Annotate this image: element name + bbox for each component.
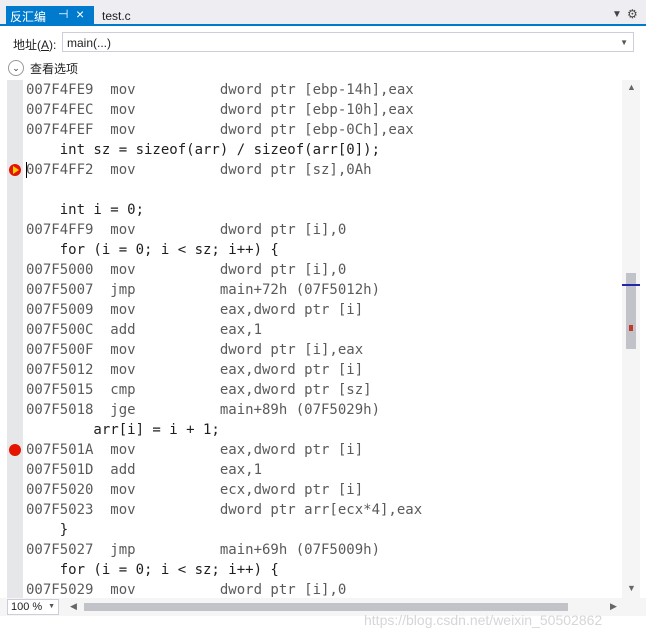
asm-line: 007F501D add eax,1 [26, 462, 263, 478]
asm-line: 007F5023 mov dword ptr arr[ecx*4],eax [26, 502, 423, 518]
tab-label: 反汇编 [10, 9, 47, 24]
chevron-down-circle-icon[interactable]: ⌄ [8, 60, 24, 76]
scroll-left-icon[interactable]: ◀ [70, 601, 77, 612]
asm-line: 007F5007 jmp main+72h (07F5012h) [26, 282, 381, 298]
asm-line: 007F5020 mov ecx,dword ptr [i] [26, 482, 364, 498]
asm-line: 007F4FF2 mov dword ptr [sz],0Ah [26, 162, 372, 178]
asm-line: 007F4FEF mov dword ptr [ebp-0Ch],eax [26, 122, 414, 138]
address-row: 地址(A): main(...) ▼ [0, 30, 646, 56]
source-line: arr[i] = i + 1; [26, 422, 220, 438]
breakpoint-icon[interactable] [9, 444, 21, 456]
gear-icon[interactable]: ⚙ [627, 7, 638, 21]
asm-line: 007F4FF9 mov dword ptr [i],0 [26, 222, 347, 238]
address-combobox[interactable]: main(...) ▼ [62, 32, 634, 52]
address-label: 地址(A): [13, 38, 57, 52]
asm-line: 007F5018 jge main+89h (07F5029h) [26, 402, 381, 418]
asm-line: 007F500F mov dword ptr [i],eax [26, 342, 364, 358]
scroll-right-icon[interactable]: ▶ [610, 601, 617, 612]
asm-line: 007F501A mov eax,dword ptr [i] [26, 442, 364, 458]
vertical-scrollbar[interactable]: ▲ ▼ [622, 80, 640, 598]
tab-disassembly[interactable]: 反汇编 ⊣ × [6, 6, 94, 26]
view-options-label: 查看选项 [30, 61, 79, 76]
asm-line: 007F5027 jmp main+69h (07F5009h) [26, 542, 381, 558]
asm-line: 007F500C add eax,1 [26, 322, 263, 338]
asm-line: 007F5029 mov dword ptr [i],0 [26, 582, 347, 598]
text-caret [26, 162, 27, 178]
breakpoint-mark [629, 325, 633, 331]
asm-line: 007F5012 mov eax,dword ptr [i] [26, 362, 364, 378]
source-line: for (i = 0; i < sz; i++) { [26, 242, 279, 258]
pin-icon[interactable]: ⊣ [58, 7, 68, 21]
source-line: int sz = sizeof(arr) / sizeof(arr[0]); [26, 142, 381, 158]
chevron-down-icon[interactable]: ▼ [620, 38, 628, 47]
disassembly-code-view[interactable]: 007F4FE9 mov dword ptr [ebp-14h],eax 007F… [23, 80, 622, 598]
scroll-up-icon[interactable]: ▲ [627, 82, 636, 92]
chevron-down-icon[interactable]: ▼ [612, 9, 622, 20]
breakpoint-gutter[interactable] [7, 80, 23, 598]
source-line: for (i = 0; i < sz; i++) { [26, 562, 279, 578]
asm-line: 007F5000 mov dword ptr [i],0 [26, 262, 347, 278]
zoom-value: 100 % [11, 601, 43, 613]
asm-line: 007F4FE9 mov dword ptr [ebp-14h],eax [26, 82, 414, 98]
scroll-down-icon[interactable]: ▼ [627, 583, 636, 593]
source-line: } [26, 522, 69, 538]
asm-line: 007F5015 cmp eax,dword ptr [sz] [26, 382, 372, 398]
zoom-combobox[interactable]: 100 % ▼ [7, 599, 59, 615]
horizontal-scrollbar-thumb[interactable] [84, 603, 568, 611]
document-tab-bar: 反汇编 ⊣ × test.c ▼ ⚙ [0, 0, 646, 26]
current-statement-icon[interactable] [9, 164, 21, 176]
view-options-toggle[interactable]: ⌄ 查看选项 [8, 58, 78, 78]
address-value: main(...) [67, 36, 112, 50]
asm-line: 007F5009 mov eax,dword ptr [i] [26, 302, 364, 318]
chevron-down-icon[interactable]: ▼ [48, 603, 55, 610]
current-position-mark [622, 284, 640, 286]
tab-label: test.c [102, 9, 131, 23]
close-icon[interactable]: × [76, 6, 84, 22]
source-line: int i = 0; [26, 202, 145, 218]
asm-line: 007F4FEC mov dword ptr [ebp-10h],eax [26, 102, 414, 118]
watermark: https://blog.csdn.net/weixin_50502862 [364, 612, 603, 628]
tab-test-c[interactable]: test.c [98, 6, 135, 26]
